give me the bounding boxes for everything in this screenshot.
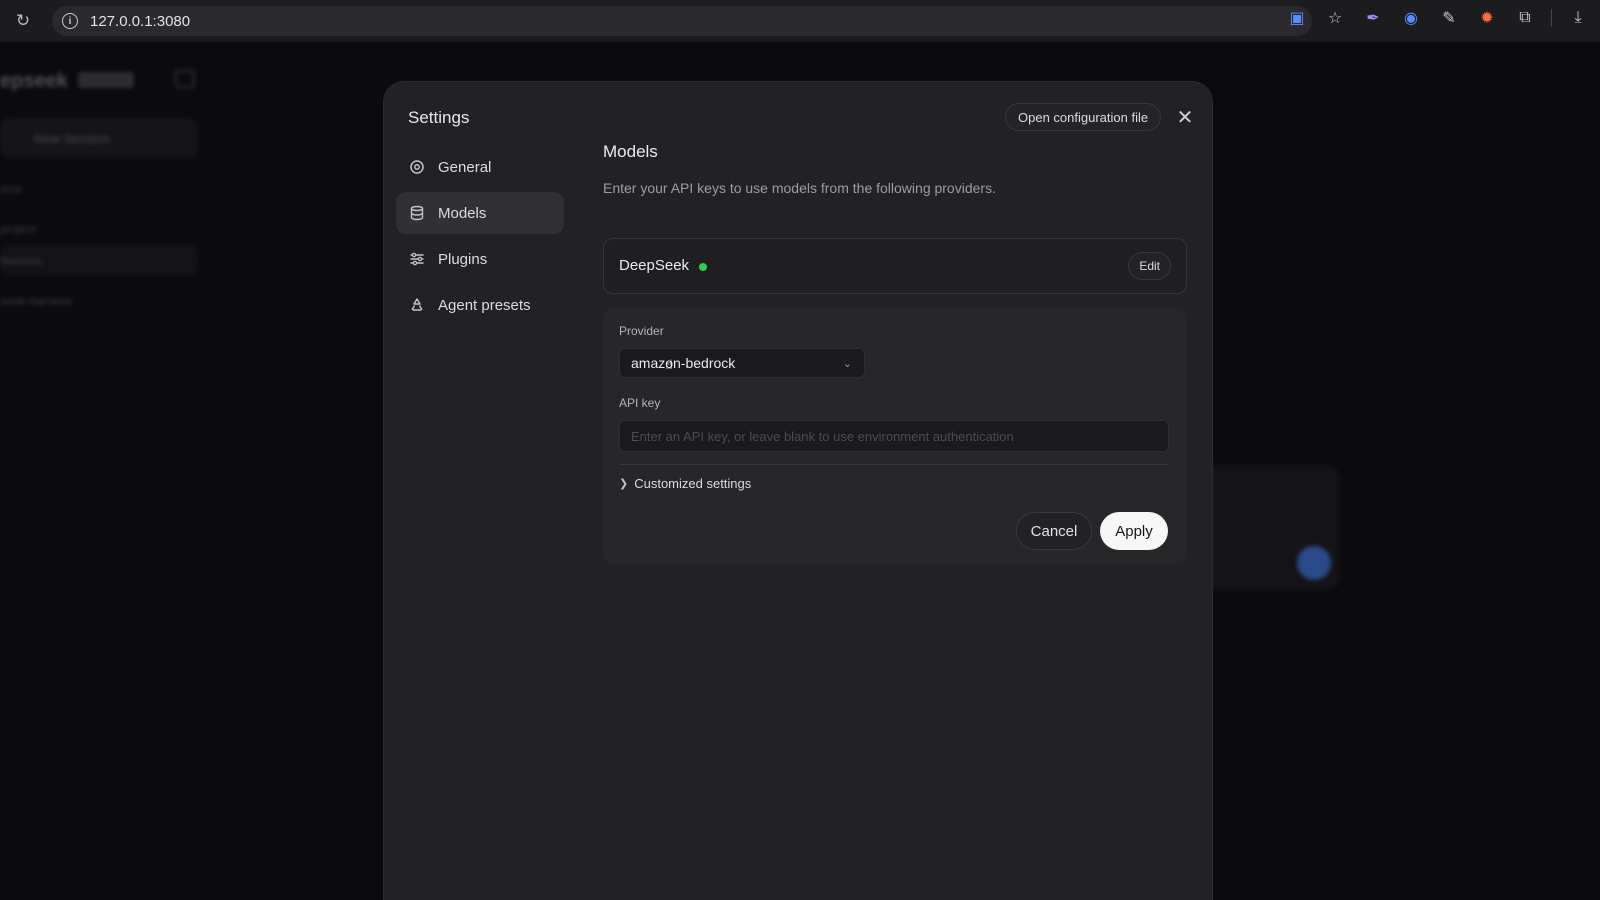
sliders-icon [408,250,426,268]
section-title: Models [603,142,658,161]
app-sidebar: epseek New Session ions project Session … [0,42,200,900]
project-item[interactable]: project [0,222,36,236]
nav-item-label: Plugins [438,250,488,268]
send-button[interactable] [1297,546,1331,580]
customized-settings-toggle[interactable]: ❯ Customized settings [619,476,751,491]
toolbar-divider [1551,9,1552,27]
open-config-button[interactable]: Open configuration file [1005,103,1162,131]
gear-icon [408,158,426,176]
customized-settings-label: Customized settings [634,476,752,491]
extension-bug-icon[interactable]: ✹ [1475,6,1499,30]
chevron-right-icon: ❯ [619,478,629,490]
close-icon[interactable]: ✕ [1174,106,1196,129]
nav-item-agent-presets[interactable]: Agent presets [396,284,564,326]
nav-item-label: Models [438,204,487,222]
harness-item[interactable]: seek-harness [0,294,72,308]
settings-modal: Settings Open configuration file ✕ Gener… [384,82,1212,900]
provider-label: Provider [619,324,664,338]
mouse-cursor-icon: ☝ [665,357,673,372]
form-divider [619,464,1169,465]
app-badge [78,72,134,88]
site-info-icon[interactable]: i [62,13,78,29]
provider-select-value: amazon-bedrock [631,355,736,371]
extension-circle-icon[interactable]: ◉ [1399,6,1423,30]
app-brand: epseek [0,70,68,92]
chevron-down-icon: ⌄ [842,358,852,370]
url-text[interactable]: 127.0.0.1:3080 [90,13,190,30]
cast-icon[interactable]: ▣ [1285,6,1309,30]
provider-name: DeepSeek [619,257,690,274]
nav-item-models[interactable]: Models [396,192,564,234]
cancel-button[interactable]: Cancel [1016,512,1092,550]
nav-item-plugins[interactable]: Plugins [396,238,564,280]
session-item-label: Session [0,254,43,268]
download-icon[interactable]: ⤓ [1566,6,1590,30]
sessions-label: ions [0,182,23,196]
browser-actions: ▣ ☆ ✒ ◉ ✎ ✹ ⧉ ⤓ [1285,6,1590,30]
models-section: Models Enter your API keys to use models… [603,142,1187,564]
api-key-input[interactable] [619,420,1169,452]
modal-title: Settings [408,108,470,127]
database-icon [408,204,426,222]
status-dot [699,263,707,271]
add-provider-form: Provider amazon-bedrock ☝ ⌄ API key ❯ Cu… [603,308,1187,564]
sidebar-toggle-icon[interactable] [175,70,195,88]
api-key-label: API key [619,396,661,410]
nav-item-label: General [438,158,492,176]
apply-button[interactable]: Apply [1100,512,1168,550]
extensions-puzzle-icon[interactable]: ⧉ [1513,6,1537,30]
edit-provider-button[interactable]: Edit [1128,252,1171,280]
settings-nav: General Models Plugins Agent presets [396,146,564,330]
provider-card-deepseek: DeepSeek Edit [603,238,1187,294]
provider-select[interactable]: amazon-bedrock ☝ ⌄ [619,348,865,378]
nav-item-general[interactable]: General [396,146,564,188]
extension-feather-icon[interactable]: ✒ [1361,6,1385,30]
new-session-button[interactable]: New Session [0,118,198,158]
reload-icon[interactable]: ↻ [12,10,34,32]
browser-toolbar: ↻ i 127.0.0.1:3080 ▣ ☆ ✒ ◉ ✎ ✹ ⧉ ⤓ [0,0,1600,42]
recycle-icon [408,296,426,314]
address-bar[interactable]: i 127.0.0.1:3080 [52,6,1312,36]
bookmark-star-icon[interactable]: ☆ [1323,6,1347,30]
nav-item-label: Agent presets [438,296,531,314]
eyedropper-icon[interactable]: ✎ [1437,6,1461,30]
section-description: Enter your API keys to use models from t… [603,180,996,196]
